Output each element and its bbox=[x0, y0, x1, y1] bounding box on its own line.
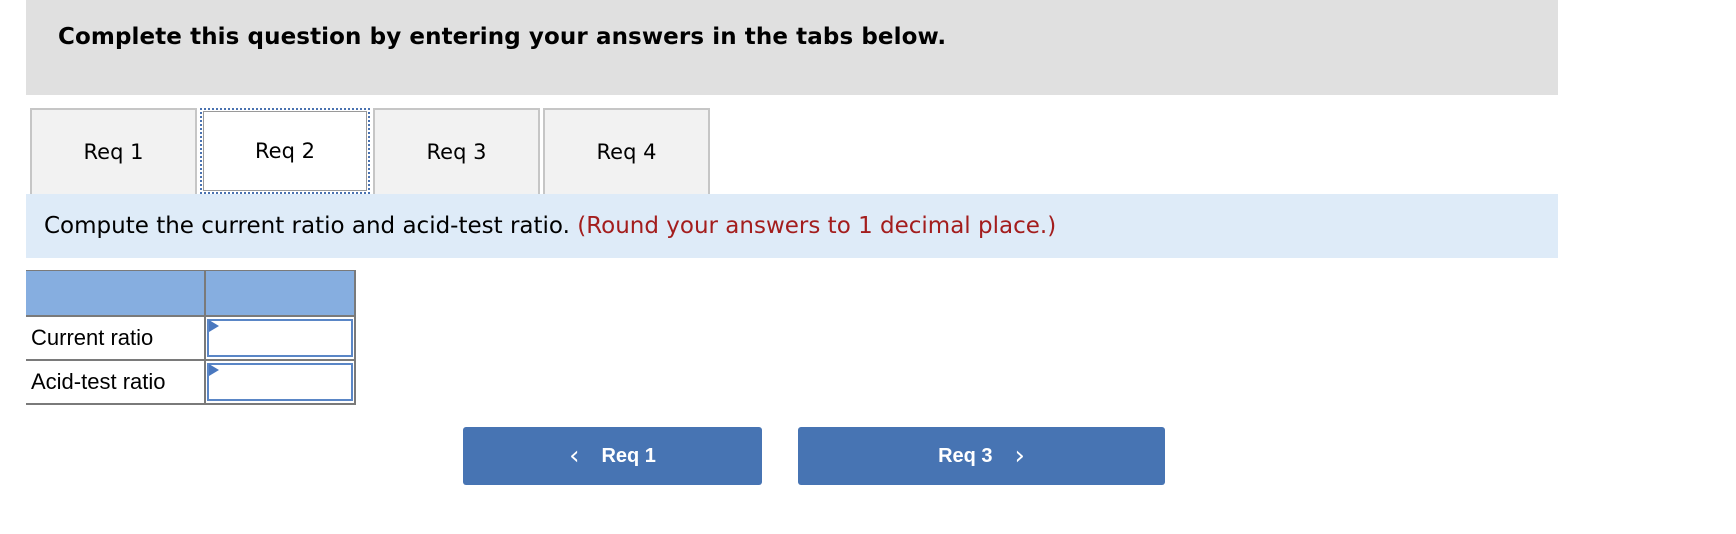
table-row: Acid-test ratio bbox=[26, 360, 356, 405]
next-req-label: Req 3 bbox=[938, 444, 993, 467]
header-title: Complete this question by entering your … bbox=[58, 24, 947, 50]
prev-req-button[interactable]: ‹ Req 1 bbox=[463, 427, 762, 485]
acid-test-ratio-input[interactable] bbox=[207, 363, 353, 401]
question-header: Complete this question by entering your … bbox=[26, 0, 1558, 95]
acid-test-ratio-label: Acid-test ratio bbox=[26, 360, 206, 405]
table-header-label bbox=[26, 270, 206, 317]
chevron-right-icon: › bbox=[1014, 441, 1025, 471]
instruction-text: Compute the current ratio and acid-test … bbox=[44, 213, 1056, 239]
flag-icon bbox=[209, 364, 219, 376]
current-ratio-cell bbox=[205, 316, 356, 361]
tab-req-4[interactable]: Req 4 bbox=[543, 108, 710, 194]
instruction-rounding-note: (Round your answers to 1 decimal place.) bbox=[577, 213, 1057, 239]
acid-test-ratio-cell bbox=[205, 360, 356, 405]
instruction-main: Compute the current ratio and acid-test … bbox=[44, 213, 570, 239]
current-ratio-input[interactable] bbox=[207, 319, 353, 357]
current-ratio-label: Current ratio bbox=[26, 316, 206, 361]
tab-req-2[interactable]: Req 2 bbox=[200, 108, 370, 194]
prev-req-label: Req 1 bbox=[601, 444, 656, 467]
table-header-value bbox=[205, 270, 356, 317]
table-header-row bbox=[26, 270, 356, 317]
tab-req-3[interactable]: Req 3 bbox=[373, 108, 540, 194]
instruction-bar: Compute the current ratio and acid-test … bbox=[26, 194, 1558, 258]
table-row: Current ratio bbox=[26, 316, 356, 361]
answer-table: Current ratio Acid-test ratio bbox=[26, 270, 356, 405]
requirement-tabs: Req 1 Req 2 Req 3 Req 4 bbox=[30, 108, 713, 194]
flag-icon bbox=[209, 320, 219, 332]
chevron-left-icon: ‹ bbox=[569, 441, 580, 471]
tab-req-1[interactable]: Req 1 bbox=[30, 108, 197, 194]
next-req-button[interactable]: Req 3 › bbox=[798, 427, 1165, 485]
